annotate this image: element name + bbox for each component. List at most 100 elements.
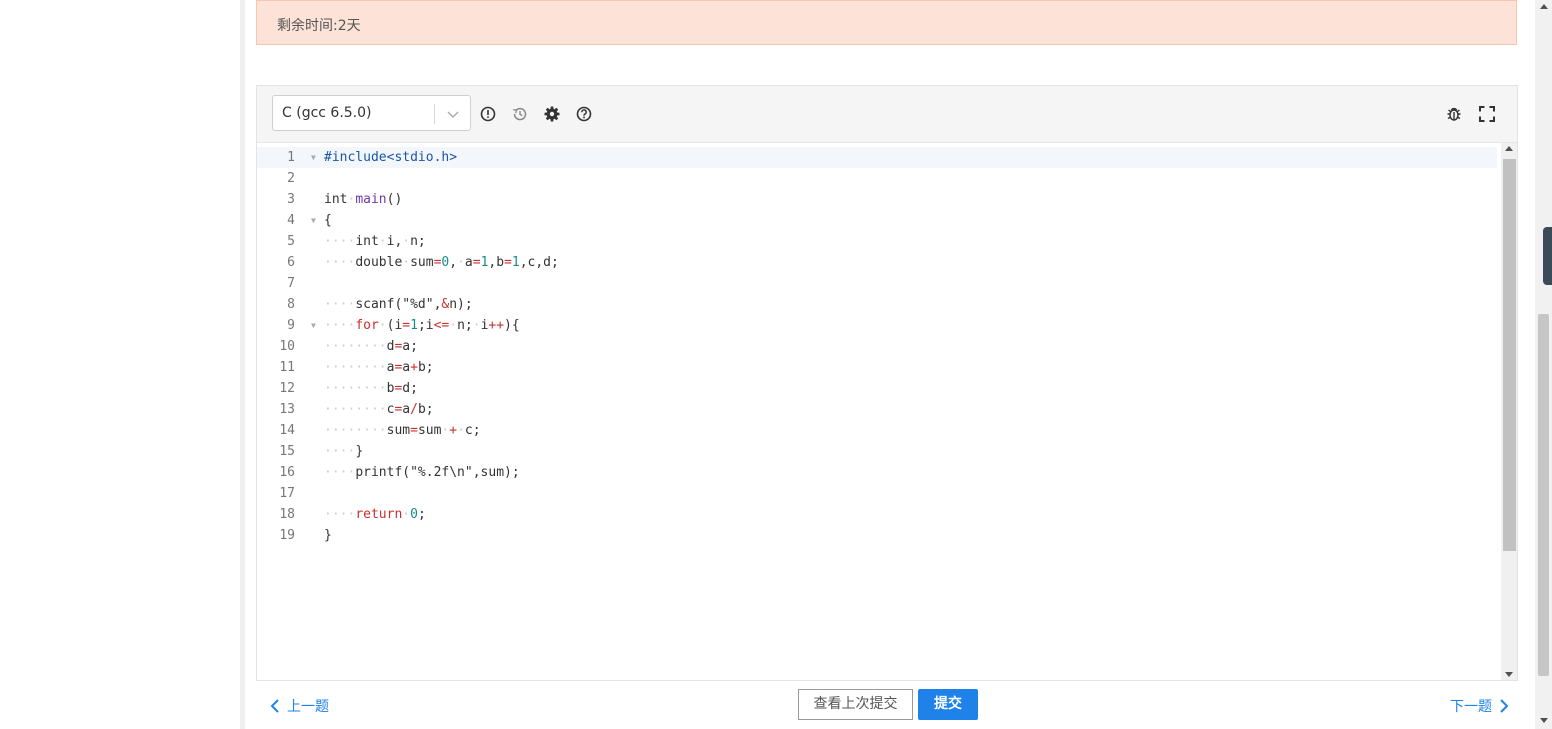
code-token: sum (417, 423, 442, 438)
language-select[interactable]: C (gcc 6.5.0) (272, 95, 471, 131)
code-token: ,c,d; (519, 255, 559, 270)
line-number: 4 (287, 213, 295, 228)
submit-button[interactable]: 提交 (918, 689, 978, 720)
code-line[interactable]: 6 ····double·sum=0,·a=1,b=1,c,d; (257, 252, 1497, 273)
code-line[interactable]: 9 ▼ ····for·(i=1;i<=·n;·i++){ (257, 315, 1497, 336)
fold-arrow-icon[interactable]: ▼ (311, 210, 316, 231)
history-icon[interactable] (511, 105, 529, 123)
chevron-down-icon[interactable] (445, 106, 461, 122)
code-line[interactable]: 12 ········b=d; (257, 378, 1497, 399)
code-token: i, (386, 234, 403, 249)
code-token: · (378, 318, 387, 333)
side-floating-widget[interactable] (1543, 227, 1552, 285)
code-text: ········c=a/b; (324, 399, 434, 420)
code-text: ········sum=sum·+·c; (324, 420, 481, 441)
code-line[interactable]: 16 ····printf("%.2f\n",sum); (257, 462, 1497, 483)
scroll-up-arrow-icon[interactable] (1505, 146, 1513, 151)
code-token: } (355, 444, 364, 459)
code-token: a; (402, 339, 418, 354)
page-scroll-up-arrow-icon[interactable] (1540, 4, 1548, 9)
code-token: · (472, 318, 481, 333)
next-question-label: 下一题 (1450, 699, 1492, 715)
code-token: + (410, 360, 418, 375)
code-text: } (324, 525, 332, 546)
code-token: , (449, 255, 458, 270)
code-line[interactable]: 8 ····scanf("%d",&n); (257, 294, 1497, 315)
code-token: () (386, 192, 403, 207)
code-line[interactable]: 19} (257, 525, 1497, 546)
code-area[interactable]: 1 ▼ #include<stdio.h> 2 3 int·main() 4 ▼{5 ····i… (257, 143, 1517, 680)
editor-scroll-thumb[interactable] (1503, 159, 1516, 551)
code-token: / (410, 402, 418, 417)
line-number: 6 (287, 255, 295, 270)
line-number: 8 (287, 297, 295, 312)
line-number: 13 (279, 402, 295, 417)
code-line[interactable]: 2 (257, 168, 1497, 189)
line-number: 7 (287, 276, 295, 291)
code-token: ; (417, 507, 426, 522)
code-token: · (449, 318, 458, 333)
code-line[interactable]: 14 ········sum=sum·+·c; (257, 420, 1497, 441)
editor-scrollbar[interactable] (1501, 143, 1517, 680)
view-last-submission-button[interactable]: 查看上次提交 (798, 689, 913, 720)
code-line[interactable]: 11 ········a=a+b; (257, 357, 1497, 378)
code-token: n; (410, 234, 426, 249)
next-question-link[interactable]: 下一题 (1450, 696, 1510, 716)
page-scroll-down-arrow-icon[interactable] (1540, 718, 1548, 723)
code-token: <= (433, 318, 450, 333)
code-token: = (472, 255, 481, 270)
page-scroll-thumb[interactable] (1538, 314, 1549, 676)
code-token: · (457, 255, 465, 270)
line-number: 3 (287, 192, 295, 207)
code-token: · (402, 507, 411, 522)
code-token: return (355, 507, 403, 522)
line-number: 18 (279, 507, 295, 522)
gear-icon[interactable] (543, 105, 561, 123)
code-token: 1 (410, 318, 418, 333)
code-line[interactable]: 1 ▼ #include<stdio.h> (257, 147, 1497, 168)
line-number: 15 (279, 444, 295, 459)
code-text: int·main() (324, 189, 402, 210)
bug-icon[interactable] (1445, 105, 1463, 123)
chevron-left-icon (270, 699, 279, 713)
code-token: ········ (324, 339, 387, 354)
language-select-value: C (gcc 6.5.0) (282, 105, 372, 121)
code-token: · (402, 255, 411, 270)
previous-question-label: 上一题 (287, 699, 329, 715)
line-number: 17 (279, 486, 295, 501)
code-token: main (355, 192, 387, 207)
help-circle-icon[interactable] (575, 105, 593, 123)
code-line[interactable]: 3 int·main() (257, 189, 1497, 210)
line-number: 1 (287, 150, 295, 165)
code-line[interactable]: 10 ········d=a; (257, 336, 1497, 357)
info-circle-icon[interactable] (479, 105, 497, 123)
fullscreen-icon[interactable] (1478, 105, 1496, 123)
code-token: ········ (324, 381, 387, 396)
code-token: + (449, 423, 458, 438)
code-line[interactable]: 7 (257, 273, 1497, 294)
code-line[interactable]: 13 ········c=a/b; (257, 399, 1497, 420)
code-token: a (402, 402, 411, 417)
line-number: 11 (279, 360, 295, 375)
fold-arrow-icon[interactable]: ▼ (311, 147, 316, 168)
code-token: ···· (324, 255, 356, 270)
code-line[interactable]: 17 (257, 483, 1497, 504)
fold-arrow-icon[interactable]: ▼ (311, 315, 316, 336)
code-line[interactable]: 15 ····} (257, 441, 1497, 462)
code-token: for (355, 318, 379, 333)
code-text: ········d=a; (324, 336, 418, 357)
code-line[interactable]: 18 ····return·0; (257, 504, 1497, 525)
code-token: = (402, 318, 411, 333)
code-line[interactable]: 5 ····int·i,·n; (257, 231, 1497, 252)
line-number: 12 (279, 381, 295, 396)
previous-question-link[interactable]: 上一题 (269, 696, 329, 716)
code-token: ········ (324, 423, 387, 438)
code-line[interactable]: 4 ▼ { (257, 210, 1497, 231)
code-token: (i (386, 318, 403, 333)
main-content: 剩余时间:2天 C (gcc 6.5.0) 1 ▼ #include<stdio… (245, 0, 1535, 729)
line-number: 2 (287, 171, 295, 186)
scroll-down-arrow-icon[interactable] (1505, 672, 1513, 677)
code-token: int (355, 234, 379, 249)
code-text: ····printf("%.2f\n",sum); (324, 462, 520, 483)
code-token: · (378, 234, 387, 249)
